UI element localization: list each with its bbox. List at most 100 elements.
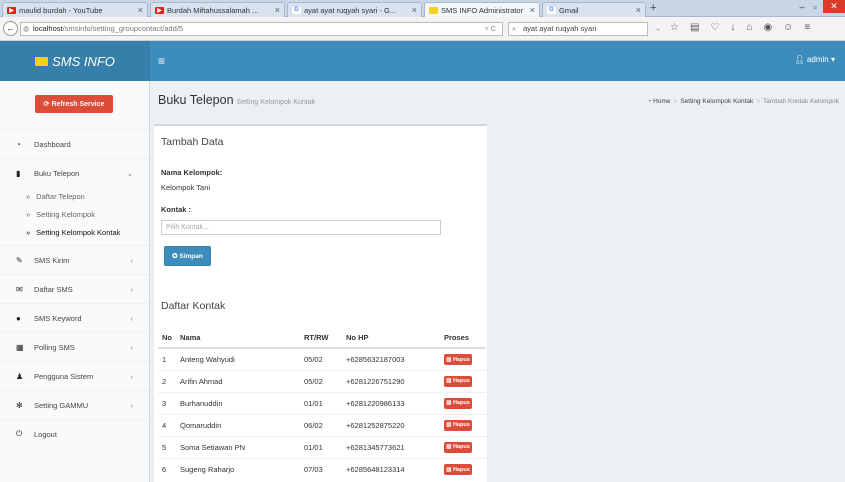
close-icon[interactable]: ×: [412, 5, 417, 15]
row-rtrw: 01/01: [300, 391, 342, 414]
chevron-left-icon: ‹: [130, 371, 134, 381]
row-name: Soma Setiawan PN: [176, 435, 300, 458]
close-icon[interactable]: ×: [138, 5, 143, 15]
star-icon[interactable]: ☆: [670, 22, 679, 33]
browser-tab[interactable]: G Gmail ×: [542, 2, 646, 17]
close-icon[interactable]: ×: [636, 5, 641, 15]
breadcrumb-home[interactable]: Home: [653, 98, 670, 105]
download-icon[interactable]: ↓: [730, 22, 735, 33]
extension-icon[interactable]: ☺: [783, 22, 793, 33]
trash-icon: ▥: [446, 466, 452, 473]
contact-table: No Nama RT/RW No HP Proses 1 Anteng Wahy…: [158, 328, 486, 480]
browser-tab-bar: ▶ maulid burdah - YouTube × ▶ Burdah Mif…: [0, 0, 845, 17]
group-name-label: Nama Kelompok:: [161, 168, 223, 177]
contact-list-title: Daftar Kontak: [161, 300, 226, 312]
maximize-button[interactable]: ▫: [808, 0, 822, 13]
row-phone: +6281226751290: [342, 369, 440, 392]
app-logo[interactable]: SMS INFO: [0, 41, 150, 81]
google-icon: G: [547, 6, 556, 14]
reload-icon[interactable]: ▿ C: [485, 23, 496, 35]
address-bar[interactable]: ◍ localhost/smsinfo/setting_groupcontact…: [20, 22, 503, 36]
row-rtrw: 05/02: [300, 347, 342, 370]
browser-tab[interactable]: ▶ maulid burdah - YouTube ×: [2, 2, 148, 17]
browser-toolbar: ☆ ▤ ♡ ↓ ⌂ ◉ ☺ ≡: [670, 22, 810, 33]
menu-icon[interactable]: ≡: [804, 22, 810, 33]
google-icon: G: [292, 6, 301, 14]
new-tab-button[interactable]: +: [650, 2, 656, 14]
row-phone: +6281252875220: [342, 413, 440, 436]
youtube-icon: ▶: [155, 6, 164, 14]
sidebar-subitem-daftar-telepon[interactable]: » Daftar Telepon: [0, 187, 149, 205]
sidebar-item-logout[interactable]: ⏻ Logout: [0, 419, 149, 448]
back-button[interactable]: ←: [3, 21, 18, 36]
delete-button[interactable]: ▥ Hapus: [444, 441, 472, 453]
save-icon: ✪: [172, 253, 178, 260]
sidebar-subitem-setting-kelompok[interactable]: » Setting Kelompok: [0, 205, 149, 223]
breadcrumb-current: Tambah Kontak Kelompok: [763, 98, 839, 105]
browser-navbar: ← ◍ localhost/smsinfo/setting_groupconta…: [0, 17, 845, 41]
browser-tab[interactable]: G ayat ayat ruqyah syari - G... ×: [287, 2, 422, 17]
user-icon: ♟: [16, 371, 24, 381]
form-box: Tambah Data Nama Kelompok: Kelompok Tani…: [154, 124, 487, 482]
row-no: 3: [158, 391, 176, 414]
sidebar-subitem-setting-kelompok-kontak[interactable]: » Setting Kelompok Kontak: [0, 223, 149, 241]
delete-button[interactable]: ▥ Hapus: [444, 397, 472, 409]
browser-tab[interactable]: ▶ Burdah Miftahussalamah ... ×: [150, 2, 285, 17]
sidebar-item-setting-gammu[interactable]: ✻ Setting GAMMU ‹: [0, 390, 149, 419]
browser-tab-active[interactable]: SMS INFO Administrator ×: [424, 2, 540, 17]
chat-icon[interactable]: ◉: [763, 22, 772, 33]
save-button[interactable]: ✪ Simpan: [164, 246, 211, 266]
close-icon[interactable]: ×: [275, 5, 280, 15]
comment-icon: ●: [16, 313, 21, 323]
search-go-icon[interactable]: →: [654, 23, 662, 35]
table-row: 5 Soma Setiawan PN 01/01 +6281345773621 …: [158, 435, 486, 458]
pocket-icon[interactable]: ♡: [710, 22, 719, 33]
close-icon[interactable]: ×: [530, 5, 535, 15]
row-phone: +6281345773621: [342, 435, 440, 458]
table-header-row: No Nama RT/RW No HP Proses: [158, 328, 486, 349]
sidebar-item-pengguna-sistem[interactable]: ♟ Pengguna Sistem ‹: [0, 361, 149, 390]
sidebar-item-sms-kirim[interactable]: ✎ SMS Kirim ‹: [0, 245, 149, 274]
search-icon: ⌕: [512, 24, 517, 33]
group-name-value: Kelompok Tani: [161, 183, 211, 192]
sidebar-item-dashboard[interactable]: ◔ Dashboard: [0, 129, 149, 158]
search-input[interactable]: ⌕ ayat ayat ruqyah syari →: [508, 22, 661, 36]
table-row: 6 Sugeng Raharjo 07/03 +6285648123314 ▥ …: [158, 457, 486, 480]
row-name: Anteng Wahyudi: [176, 347, 300, 370]
sidebar-item-sms-keyword[interactable]: ● SMS Keyword ‹: [0, 303, 149, 332]
delete-button[interactable]: ▥ Hapus: [444, 354, 472, 365]
delete-button[interactable]: ▥ Hapus: [444, 464, 472, 475]
angle-double-right-icon: »: [26, 191, 31, 201]
home-icon[interactable]: ⌂: [746, 22, 752, 33]
book-icon: ▮: [16, 168, 21, 178]
sidebar-item-buku-telepon[interactable]: ▮ Buku Telepon ⌄: [0, 158, 149, 187]
window-close-button[interactable]: ✕: [823, 0, 845, 13]
envelope-icon: ✉: [16, 284, 23, 294]
refresh-service-button[interactable]: ⟳ Refresh Service: [35, 95, 113, 113]
minimize-button[interactable]: –: [795, 0, 809, 13]
page-subtitle: Setting Kelompok Kontak: [236, 99, 316, 106]
site-info-icon: ◍: [23, 24, 30, 33]
power-icon: ⏻: [16, 429, 23, 438]
dashboard-icon: ◔: [647, 98, 652, 105]
sidebar: ⟳ Refresh Service ◔ Dashboard ▮ Buku Tel…: [0, 81, 150, 482]
chevron-left-icon: ‹: [130, 255, 134, 265]
delete-button[interactable]: ▥ Hapus: [444, 419, 472, 431]
main-content: Buku Telepon Setting Kelompok Kontak ◔ Ho…: [151, 81, 845, 482]
breadcrumb: ◔ Home > Setting Kelompok Kontak > Tambah Ko…: [647, 98, 839, 105]
breadcrumb-setting-kelompok-kontak[interactable]: Setting Kelompok Kontak: [680, 98, 753, 105]
form-title: Tambah Data: [161, 136, 224, 148]
row-no: 4: [158, 413, 176, 436]
reading-list-icon[interactable]: ▤: [690, 22, 699, 33]
contact-select[interactable]: Pilih Kontak...: [161, 220, 441, 235]
sidebar-item-polling-sms[interactable]: ▦ Polling SMS ‹: [0, 332, 149, 361]
trash-icon: ▥: [446, 378, 452, 385]
delete-button[interactable]: ▥ Hapus: [444, 375, 472, 387]
trash-icon: ▥: [446, 400, 452, 407]
edit-icon: ✎: [16, 255, 23, 265]
row-no: 1: [158, 347, 176, 370]
sidebar-toggle-icon[interactable]: ≡: [158, 54, 165, 68]
user-menu[interactable]: 👤︎ admin ▾: [795, 55, 835, 64]
table-row: 3 Burhanuddin 01/01 +6281220986133 ▥ Hap…: [158, 391, 486, 414]
sidebar-item-daftar-sms[interactable]: ✉ Daftar SMS ‹: [0, 274, 149, 303]
